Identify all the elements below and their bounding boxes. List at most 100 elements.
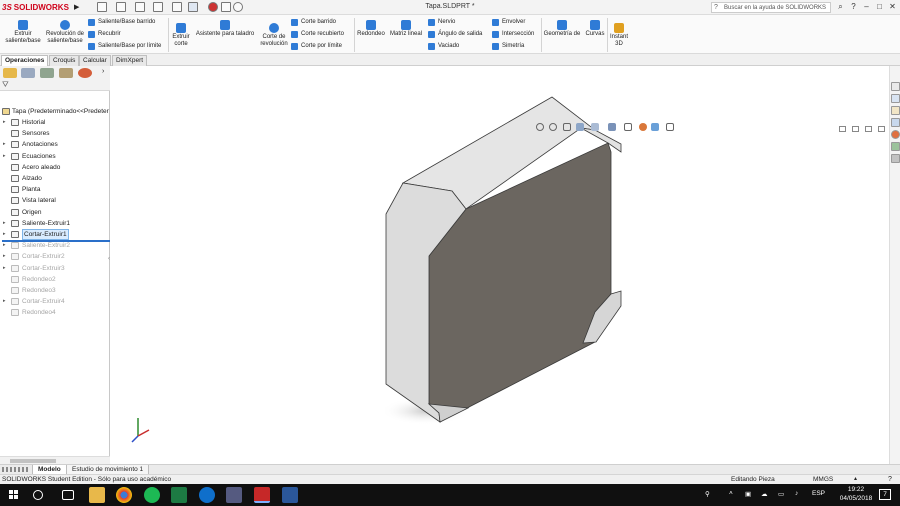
maximize-button[interactable]: □ xyxy=(873,1,886,13)
tree-item[interactable]: Planta xyxy=(0,184,110,195)
instant-3d-button[interactable]: Instant 3D xyxy=(609,23,629,48)
solidworks-taskbar-icon[interactable] xyxy=(254,487,270,503)
expand-arrow-icon[interactable]: ▸ xyxy=(3,263,6,274)
expand-arrow-icon[interactable]: ▸ xyxy=(3,251,6,262)
corte-recubierto-button[interactable]: Corte recubierto xyxy=(291,30,344,38)
units-dropdown-icon[interactable]: ▴ xyxy=(854,475,857,484)
tree-root-part[interactable]: Tapa (Predeterminado<<Predeter xyxy=(0,106,110,117)
design-library-icon[interactable] xyxy=(891,94,900,103)
tree-item[interactable]: ▸ Cortar-Extruir1 xyxy=(0,229,110,240)
revolucion-saliente-button[interactable]: Revolución de saliente/base xyxy=(44,20,86,45)
filter-icon[interactable]: ⛛ xyxy=(2,81,10,89)
tree-item[interactable]: ▸ Saliente-Extruir1 xyxy=(0,218,110,229)
notifications-badge[interactable]: 7 xyxy=(879,489,891,500)
tab-operaciones[interactable]: Operaciones xyxy=(1,55,49,66)
forum-icon[interactable] xyxy=(891,154,900,163)
corte-revolucion-button[interactable]: Corte de revolución xyxy=(258,23,290,48)
search-icon[interactable] xyxy=(33,490,43,500)
simetria-button[interactable]: Simetría xyxy=(492,42,524,50)
battery-icon[interactable]: ▭ xyxy=(778,490,784,498)
section-view-icon[interactable] xyxy=(576,123,584,131)
tree-item[interactable]: ▸ Cortar-Extruir4 xyxy=(0,296,110,307)
dimxpert-manager-tab-icon[interactable] xyxy=(59,68,73,78)
spotify-taskbar-icon[interactable] xyxy=(144,487,160,503)
view-orientation-icon[interactable] xyxy=(591,123,599,131)
tree-item[interactable]: Sensores xyxy=(0,128,110,139)
property-manager-tab-icon[interactable] xyxy=(21,68,35,78)
envolver-button[interactable]: Envolver xyxy=(492,18,525,26)
appearances-icon[interactable] xyxy=(891,130,900,139)
geometria-referencia-button[interactable]: Geometría de xyxy=(543,20,581,38)
tree-item[interactable]: Origen xyxy=(0,207,110,218)
solidworks-resources-icon[interactable] xyxy=(891,82,900,91)
chrome-taskbar-icon[interactable] xyxy=(116,487,132,503)
close-button[interactable]: ✕ xyxy=(886,1,899,13)
display-style-icon[interactable] xyxy=(608,123,616,131)
custom-properties-icon[interactable] xyxy=(891,142,900,151)
expand-arrow-icon[interactable]: ▸ xyxy=(3,117,6,128)
media-app-taskbar-icon[interactable] xyxy=(226,487,242,503)
tree-item[interactable]: ▸ Cortar-Extruir2 xyxy=(0,251,110,262)
expand-arrow-icon[interactable]: ▸ xyxy=(3,218,6,229)
tray-expand-icon[interactable]: ˄ xyxy=(729,490,733,497)
tree-item[interactable]: Redondeo4 xyxy=(0,307,110,318)
expand-arrow-icon[interactable]: ▸ xyxy=(3,296,6,307)
view-palette-icon[interactable] xyxy=(891,118,900,127)
rollback-bar[interactable] xyxy=(2,240,110,242)
tab-scroll-arrows[interactable] xyxy=(2,467,30,472)
onedrive-icon[interactable]: ☁ xyxy=(761,490,768,498)
extruir-saliente-button[interactable]: Extruir saliente/base xyxy=(2,20,44,45)
file-explorer-icon[interactable] xyxy=(891,106,900,115)
status-help-icon[interactable]: ? xyxy=(888,475,892,484)
tree-item[interactable]: ▸ Anotaciones xyxy=(0,139,110,150)
recubrir-button[interactable]: Recubrir xyxy=(88,30,121,38)
minimize-button[interactable]: – xyxy=(860,1,873,13)
tray-app-icon[interactable]: ▣ xyxy=(745,490,751,498)
tab-croquis[interactable]: Croquis xyxy=(49,55,80,66)
previous-view-icon[interactable] xyxy=(563,123,571,131)
model-viewport[interactable] xyxy=(111,66,889,464)
expand-arrow-icon[interactable]: ▸ xyxy=(3,229,6,240)
viewport-minimize-icon[interactable] xyxy=(852,126,859,132)
matriz-lineal-button[interactable]: Matriz lineal xyxy=(388,20,424,38)
scrollbar-thumb[interactable] xyxy=(10,459,56,463)
panel-horizontal-scrollbar[interactable] xyxy=(0,456,110,464)
panel-expand-icon[interactable]: › xyxy=(102,68,104,75)
nervio-button[interactable]: Nervio xyxy=(428,18,455,26)
viewport-close-icon[interactable] xyxy=(878,126,885,132)
file-explorer-taskbar-icon[interactable] xyxy=(89,487,105,503)
saliente-barrido-button[interactable]: Saliente/Base barrido xyxy=(88,18,155,26)
hide-show-items-icon[interactable] xyxy=(624,123,632,131)
edge-taskbar-icon[interactable] xyxy=(199,487,215,503)
zoom-to-area-icon[interactable] xyxy=(549,123,557,131)
tab-dimxpert[interactable]: DimXpert xyxy=(112,55,148,66)
extruir-corte-button[interactable]: Extruir corte xyxy=(170,23,192,48)
vaciado-button[interactable]: Vaciado xyxy=(428,42,459,50)
edit-appearance-icon[interactable] xyxy=(639,123,647,131)
clock-date[interactable]: 04/05/2018 xyxy=(836,495,876,502)
word-taskbar-icon[interactable] xyxy=(282,487,298,503)
search-icon[interactable]: ⌕ xyxy=(834,1,847,13)
units-selector[interactable]: MMGS xyxy=(813,475,833,484)
language-indicator[interactable]: ESP xyxy=(812,490,825,497)
redondeo-button[interactable]: Redondeo xyxy=(356,20,386,38)
tree-item[interactable]: ▸ Ecuaciones xyxy=(0,151,110,162)
tree-item[interactable]: Vista lateral xyxy=(0,195,110,206)
volume-icon[interactable]: ♪ xyxy=(795,490,798,497)
corte-limite-button[interactable]: Corte por límite xyxy=(291,42,342,50)
corte-barrido-button[interactable]: Corte barrido xyxy=(291,18,336,26)
viewport-split-icon[interactable] xyxy=(839,126,846,132)
tree-item[interactable]: ▸ Historial xyxy=(0,117,110,128)
configuration-manager-tab-icon[interactable] xyxy=(40,68,54,78)
asistente-taladro-button[interactable]: Asistente para taladro xyxy=(194,20,256,38)
tree-item[interactable]: Redondeo2 xyxy=(0,274,110,285)
view-settings-icon[interactable] xyxy=(666,123,674,131)
expand-arrow-icon[interactable]: ▸ xyxy=(3,139,6,150)
tree-item[interactable]: Acero aleado xyxy=(0,162,110,173)
angulo-salida-button[interactable]: Ángulo de salida xyxy=(428,30,482,38)
tree-item[interactable]: ▸ Cortar-Extruir3 xyxy=(0,263,110,274)
curvas-button[interactable]: Curvas xyxy=(583,20,607,38)
display-manager-tab-icon[interactable] xyxy=(78,68,92,78)
people-icon[interactable]: ⚲ xyxy=(705,490,710,498)
expand-arrow-icon[interactable]: ▸ xyxy=(3,151,6,162)
